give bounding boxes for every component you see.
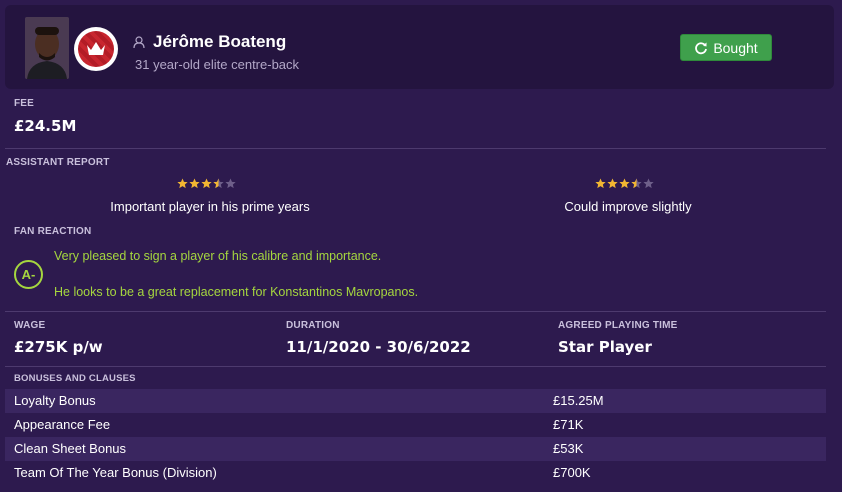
playing-time-value: Star Player: [558, 338, 652, 356]
half-star-icon: [213, 178, 224, 189]
bought-button[interactable]: Bought: [680, 34, 772, 61]
fan-grade-badge: A-: [14, 260, 43, 289]
table-row: Appearance Fee £71K: [5, 413, 826, 437]
report-text-1: Important player in his prime years: [110, 199, 310, 214]
assistant-report-label: ASSISTANT REPORT: [6, 157, 110, 168]
bonus-value: £71K: [553, 417, 584, 432]
star-icon: [189, 178, 200, 189]
bonus-value: £700K: [553, 465, 591, 480]
divider: [5, 148, 826, 149]
fan-reaction-label: FAN REACTION: [14, 226, 92, 237]
bonuses-label: BONUSES AND CLAUSES: [14, 373, 136, 384]
star-icon: [619, 178, 630, 189]
empty-star-icon: [643, 178, 654, 189]
player-name[interactable]: Jérôme Boateng: [153, 32, 286, 52]
fan-reaction-line-2: He looks to be a great replacement for K…: [54, 285, 419, 299]
fee-value: £24.5M: [14, 117, 77, 135]
table-row: Loyalty Bonus £15.25M: [5, 389, 826, 413]
report-stars-2: [595, 178, 654, 189]
person-icon: [133, 36, 145, 48]
table-row: Team Of The Year Bonus (Division) £700K: [5, 461, 826, 485]
report-stars-1: [177, 178, 236, 189]
fan-reaction-line-1: Very pleased to sign a player of his cal…: [54, 249, 382, 263]
report-text-2: Could improve slightly: [564, 199, 692, 214]
star-icon: [607, 178, 618, 189]
player-portrait: [25, 17, 69, 79]
star-icon: [201, 178, 212, 189]
club-crest-icon[interactable]: [74, 27, 118, 71]
duration-value: 11/1/2020 - 30/6/2022: [286, 338, 471, 356]
bonus-name: Loyalty Bonus: [14, 393, 96, 408]
bonus-name: Appearance Fee: [14, 417, 111, 432]
bonus-value: £53K: [553, 441, 584, 456]
bonus-value: £15.25M: [553, 393, 604, 408]
player-subtitle: 31 year-old elite centre-back: [135, 57, 300, 72]
bonus-name: Clean Sheet Bonus: [14, 441, 127, 456]
bonus-name: Team Of The Year Bonus (Division): [14, 465, 217, 480]
wage-value: £275K p/w: [14, 338, 103, 356]
half-star-icon: [631, 178, 642, 189]
fee-label: FEE: [14, 98, 35, 109]
star-icon: [177, 178, 188, 189]
player-header: Jérôme Boateng 31 year-old elite centre-…: [5, 5, 834, 89]
duration-label: DURATION: [286, 320, 340, 331]
divider: [5, 311, 826, 312]
table-row: Clean Sheet Bonus £53K: [5, 437, 826, 461]
bought-button-label: Bought: [713, 39, 758, 56]
refresh-icon: [695, 41, 708, 54]
wage-label: WAGE: [14, 320, 46, 331]
star-icon: [595, 178, 606, 189]
divider: [5, 366, 826, 367]
playing-time-label: AGREED PLAYING TIME: [558, 320, 678, 331]
empty-star-icon: [225, 178, 236, 189]
